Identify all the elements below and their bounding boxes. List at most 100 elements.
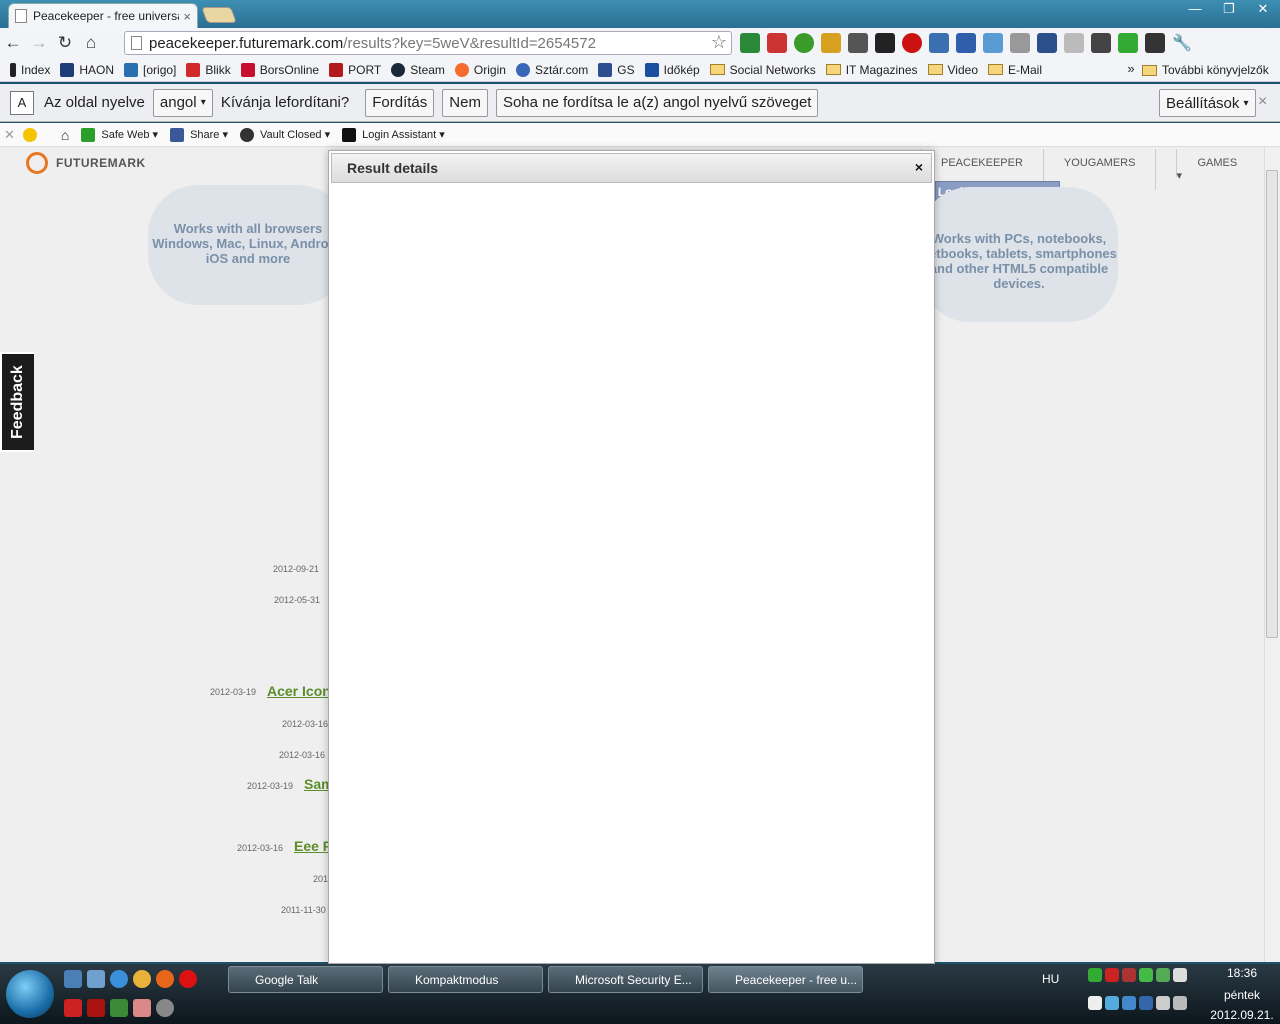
bookmark-folder[interactable]: Social Networks [709, 63, 816, 77]
never-translate-button[interactable]: Soha ne fordítsa le a(z) angol nyelvű sz… [495, 88, 819, 117]
safe-web-menu[interactable]: Safe Web ▾ [81, 127, 158, 142]
opera-icon[interactable] [179, 970, 197, 988]
bluetooth-icon[interactable] [1139, 995, 1153, 1010]
norton-toolbar: ✕ ⌂ Safe Web ▾ Share ▾ Vault Closed ▾ Lo… [0, 123, 1280, 147]
puzzle-icon[interactable] [956, 33, 976, 53]
extension-icon[interactable] [1037, 33, 1057, 53]
taskbar-peacekeeper[interactable]: Peacekeeper - free u... [708, 966, 863, 993]
bookmark-item[interactable]: Index [10, 62, 50, 77]
nav-games[interactable]: GAMES ▾ [1155, 149, 1264, 190]
tray-icon[interactable] [1088, 968, 1102, 982]
tray-icon[interactable] [1088, 995, 1102, 1010]
tray-icon[interactable] [1122, 968, 1136, 982]
translate-button[interactable]: Fordítás [365, 88, 435, 117]
futuremark-logo[interactable]: FUTUREMARK [26, 152, 146, 174]
other-bookmarks[interactable]: További könyvjelzők [1142, 58, 1269, 82]
app-icon[interactable] [110, 999, 128, 1017]
firefox-icon[interactable] [156, 970, 174, 988]
translate-question: Kívánja lefordítani? [220, 94, 350, 111]
translate-close-icon[interactable]: × [1258, 93, 1267, 111]
tray-icon[interactable] [1122, 995, 1136, 1010]
vault-menu[interactable]: Vault Closed ▾ [240, 127, 330, 142]
feedback-tab[interactable]: Feedback [0, 352, 34, 452]
app-icon[interactable] [156, 999, 174, 1017]
app-icon[interactable] [64, 999, 82, 1017]
tab-close-icon[interactable]: × [183, 9, 191, 24]
start-button[interactable] [6, 970, 54, 1018]
extension-icon[interactable] [875, 33, 895, 53]
app-icon[interactable] [133, 999, 151, 1017]
tray-icon[interactable] [1105, 968, 1119, 982]
no-button[interactable]: Nem [442, 88, 488, 117]
extension-icon[interactable] [1145, 33, 1165, 53]
stats-icon[interactable] [848, 33, 868, 53]
bookmark-item[interactable]: Sztár.com [515, 62, 588, 77]
forward-icon[interactable]: → [26, 33, 52, 53]
extension-icon[interactable] [821, 33, 841, 53]
translate-icon: A [10, 90, 34, 115]
extension-icon[interactable] [902, 33, 922, 53]
close-window-icon[interactable]: ✕ [1246, 0, 1280, 20]
ie-icon[interactable] [110, 970, 128, 988]
mail-icon[interactable] [1010, 33, 1030, 53]
tray-icon[interactable] [1173, 968, 1187, 982]
bookmark-item[interactable]: Steam [391, 62, 445, 77]
show-desktop-icon[interactable] [64, 970, 82, 988]
address-bar[interactable]: peacekeeper.futuremark.com/results?key=5… [124, 31, 732, 55]
tray-icon[interactable] [1139, 968, 1153, 982]
bookmark-icon [60, 62, 75, 77]
share-menu[interactable]: Share ▾ [170, 127, 228, 142]
home-icon[interactable]: ⌂ [78, 33, 104, 53]
bookmark-folder[interactable]: IT Magazines [825, 63, 918, 77]
chrome-icon[interactable] [133, 970, 151, 988]
bookmark-item[interactable]: PORT [329, 62, 381, 77]
bookmark-star-icon[interactable]: ☆ [711, 32, 727, 53]
reload-icon[interactable]: ↻ [52, 33, 78, 53]
result-date: 2012-03-16 [279, 750, 326, 760]
bookmark-item[interactable]: HAON [60, 62, 114, 77]
extension-icon[interactable] [740, 33, 760, 53]
taskbar-kompaktmodus[interactable]: Kompaktmodus [388, 966, 543, 993]
tray-icon[interactable] [1156, 968, 1170, 982]
new-tab-button[interactable] [201, 7, 237, 23]
back-icon[interactable]: ← [0, 33, 26, 53]
taskbar-security-essentials[interactable]: Microsoft Security E... [548, 966, 703, 993]
bookmark-item[interactable]: Blikk [186, 62, 231, 77]
bookmark-item[interactable]: BorsOnline [240, 62, 319, 77]
norton-check-icon[interactable] [22, 127, 37, 142]
app-icon[interactable] [87, 999, 105, 1017]
mail-count-icon[interactable] [767, 33, 787, 53]
browser-tab[interactable]: Peacekeeper - free universal browser tes… [8, 3, 198, 28]
weather-icon[interactable] [983, 33, 1003, 53]
dialog-close-icon[interactable]: × [915, 159, 923, 175]
result-date: 2012-03-19 [210, 687, 257, 697]
translate-settings-button[interactable]: Beállítások ▾ [1159, 89, 1256, 117]
bookmark-item[interactable]: Origin [454, 62, 506, 77]
check-icon[interactable] [1118, 33, 1138, 53]
facebook-icon[interactable] [1064, 33, 1084, 53]
bookmark-item[interactable]: Időkép [644, 62, 700, 77]
taskbar-clock[interactable]: 18:36 péntek 2012.09.21. [1204, 964, 1280, 1024]
restore-icon[interactable]: ❐ [1212, 0, 1246, 20]
bookmark-folder[interactable]: Video [927, 63, 978, 77]
rss-icon[interactable] [929, 33, 949, 53]
close-toolbar-icon[interactable]: ✕ [4, 127, 15, 143]
tray-icon[interactable] [1156, 995, 1170, 1010]
extension-icon[interactable] [794, 33, 814, 53]
minimize-icon[interactable]: — [1178, 0, 1212, 20]
volume-icon[interactable] [1173, 995, 1187, 1010]
wrench-icon[interactable]: 🔧 [1172, 33, 1192, 53]
home-icon[interactable]: ⌂ [61, 127, 69, 143]
login-assistant-menu[interactable]: Login Assistant ▾ [342, 127, 445, 142]
scrollbar-thumb[interactable] [1266, 170, 1278, 638]
language-indicator[interactable]: HU [1042, 972, 1059, 986]
bookmark-folder[interactable]: E-Mail [988, 63, 1042, 77]
taskbar-google-talk[interactable]: Google Talk [228, 966, 383, 993]
tray-icon[interactable] [1105, 995, 1119, 1010]
bookmark-item[interactable]: [origo] [124, 62, 176, 77]
folder-icon [927, 64, 943, 75]
language-select[interactable]: angol ▾ [152, 88, 213, 117]
extension-icon[interactable] [1091, 33, 1111, 53]
bookmark-item[interactable]: GS [598, 62, 635, 77]
desktop-icon[interactable] [87, 970, 105, 988]
